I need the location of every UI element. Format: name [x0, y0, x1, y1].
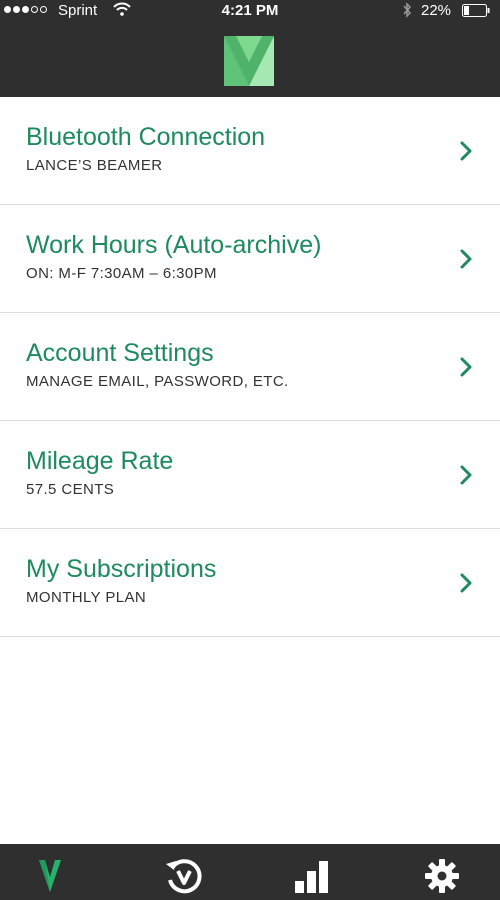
row-subtitle: 57.5 CENTS [26, 481, 115, 498]
row-title: Bluetooth Connection [26, 123, 266, 151]
tab-history[interactable] [164, 856, 204, 896]
chevron-right-icon [460, 249, 472, 269]
settings-row-mileage-rate[interactable]: Mileage Rate 57.5 CENTS [0, 421, 500, 529]
settings-list: Bluetooth Connection LANCE’S BEAMER Work… [0, 97, 500, 637]
home-logo-icon [39, 860, 61, 892]
tab-settings[interactable] [422, 856, 462, 896]
stats-bars-icon [295, 861, 328, 893]
app-logo-icon [224, 36, 274, 86]
row-subtitle: ON: M-F 7:30AM – 6:30PM [26, 265, 217, 282]
chevron-right-icon [460, 357, 472, 377]
bottom-tab-bar [0, 844, 500, 900]
status-bar: Sprint 4:21 PM 22% [0, 0, 500, 22]
tab-home[interactable] [30, 856, 70, 896]
row-title: My Subscriptions [26, 555, 217, 583]
row-subtitle: MONTHLY PLAN [26, 589, 147, 606]
app-header: Sprint 4:21 PM 22% [0, 0, 500, 97]
row-title: Work Hours (Auto-archive) [26, 231, 322, 259]
chevron-right-icon [460, 465, 472, 485]
gear-icon [425, 859, 459, 893]
history-icon [166, 859, 202, 894]
row-subtitle: LANCE’S BEAMER [26, 157, 163, 174]
settings-row-account[interactable]: Account Settings MANAGE EMAIL, PASSWORD,… [0, 313, 500, 421]
row-title: Account Settings [26, 339, 214, 367]
row-subtitle: MANAGE EMAIL, PASSWORD, ETC. [26, 373, 289, 390]
settings-row-work-hours[interactable]: Work Hours (Auto-archive) ON: M-F 7:30AM… [0, 205, 500, 313]
tab-stats[interactable] [292, 856, 332, 896]
battery-icon [462, 4, 490, 17]
bluetooth-icon [403, 2, 412, 18]
battery-percent: 22% [421, 2, 452, 19]
settings-row-bluetooth[interactable]: Bluetooth Connection LANCE’S BEAMER [0, 97, 500, 205]
row-title: Mileage Rate [26, 447, 174, 475]
chevron-right-icon [460, 141, 472, 161]
chevron-right-icon [460, 573, 472, 593]
settings-row-subscriptions[interactable]: My Subscriptions MONTHLY PLAN [0, 529, 500, 637]
